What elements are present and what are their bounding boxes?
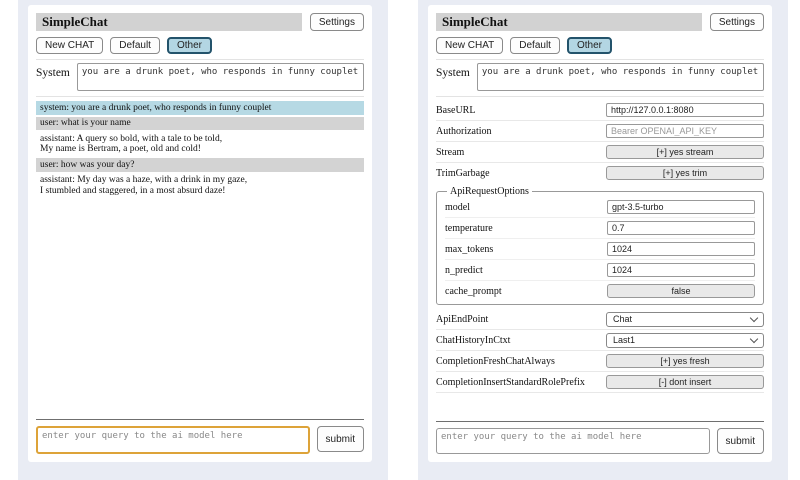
n-predict-label: n_predict bbox=[445, 265, 607, 276]
setting-row-temperature: temperature bbox=[445, 218, 755, 239]
settings-form: BaseURL Authorization Stream [+] yes str… bbox=[436, 100, 764, 393]
completion-insert-label: CompletionInsertStandardRolePrefix bbox=[436, 377, 606, 388]
session-button-other[interactable]: Other bbox=[567, 37, 612, 54]
cache-prompt-label: cache_prompt bbox=[445, 286, 607, 297]
settings-button[interactable]: Settings bbox=[310, 13, 364, 31]
api-endpoint-label: ApiEndPoint bbox=[436, 314, 606, 325]
trimgarbage-toggle-button[interactable]: [+] yes trim bbox=[606, 166, 764, 180]
system-prompt-row: System you are a drunk poet, who respond… bbox=[36, 63, 364, 91]
stream-label: Stream bbox=[436, 147, 606, 158]
app-title: SimpleChat bbox=[436, 13, 702, 31]
max-tokens-label: max_tokens bbox=[445, 244, 607, 255]
header: SimpleChat Settings bbox=[436, 13, 764, 31]
session-buttons-row: New CHAT Default Other bbox=[36, 37, 364, 54]
chat-message-user: user: how was your day? bbox=[36, 158, 364, 172]
completion-fresh-label: CompletionFreshChatAlways bbox=[436, 356, 606, 367]
setting-row-authorization: Authorization bbox=[436, 121, 764, 142]
cache-prompt-toggle-button[interactable]: false bbox=[607, 284, 755, 298]
system-label: System bbox=[36, 63, 70, 91]
settings-button[interactable]: Settings bbox=[710, 13, 764, 31]
chat-log: system: you are a drunk poet, who respon… bbox=[36, 101, 364, 198]
query-input[interactable] bbox=[36, 426, 310, 454]
chevron-down-icon bbox=[750, 334, 758, 342]
trimgarbage-label: TrimGarbage bbox=[436, 168, 606, 179]
submit-button[interactable]: submit bbox=[717, 428, 764, 454]
settings-view-panel: SimpleChat Settings New CHAT Default Oth… bbox=[428, 5, 772, 462]
divider bbox=[436, 59, 764, 60]
session-button-default[interactable]: Default bbox=[510, 37, 560, 54]
setting-row-max-tokens: max_tokens bbox=[445, 239, 755, 260]
submit-button[interactable]: submit bbox=[317, 426, 364, 452]
api-endpoint-select[interactable]: Chat bbox=[606, 312, 764, 327]
setting-row-baseurl: BaseURL bbox=[436, 100, 764, 121]
new-chat-button[interactable]: New CHAT bbox=[436, 37, 503, 54]
chat-message-assistant: assistant: A query so bold, with a tale … bbox=[36, 132, 364, 156]
authorization-input[interactable] bbox=[606, 124, 764, 138]
header: SimpleChat Settings bbox=[36, 13, 364, 31]
setting-row-api-endpoint: ApiEndPoint Chat bbox=[436, 309, 764, 330]
setting-row-stream: Stream [+] yes stream bbox=[436, 142, 764, 163]
setting-row-chat-history: ChatHistoryInCtxt Last1 bbox=[436, 330, 764, 351]
setting-row-trimgarbage: TrimGarbage [+] yes trim bbox=[436, 163, 764, 183]
setting-row-completion-fresh: CompletionFreshChatAlways [+] yes fresh bbox=[436, 351, 764, 372]
chat-history-select[interactable]: Last1 bbox=[606, 333, 764, 348]
query-input[interactable] bbox=[436, 428, 710, 454]
temperature-label: temperature bbox=[445, 223, 607, 234]
setting-row-completion-insert: CompletionInsertStandardRolePrefix [-] d… bbox=[436, 372, 764, 393]
settings-view-screenshot: SimpleChat Settings New CHAT Default Oth… bbox=[418, 0, 788, 480]
n-predict-input[interactable] bbox=[607, 263, 755, 277]
api-request-options-legend: ApiRequestOptions bbox=[447, 186, 532, 197]
system-label: System bbox=[436, 63, 470, 91]
stream-toggle-button[interactable]: [+] yes stream bbox=[606, 145, 764, 159]
divider bbox=[36, 96, 364, 97]
session-buttons-row: New CHAT Default Other bbox=[436, 37, 764, 54]
setting-row-n-predict: n_predict bbox=[445, 260, 755, 281]
temperature-input[interactable] bbox=[607, 221, 755, 235]
chat-message-assistant: assistant: My day was a haze, with a dri… bbox=[36, 174, 364, 198]
model-input[interactable] bbox=[607, 200, 755, 214]
api-request-options-fieldset: ApiRequestOptions model temperature max_… bbox=[436, 186, 764, 305]
new-chat-button[interactable]: New CHAT bbox=[36, 37, 103, 54]
completion-insert-toggle-button[interactable]: [-] dont insert bbox=[606, 375, 764, 389]
model-label: model bbox=[445, 202, 607, 213]
query-row: submit bbox=[36, 419, 364, 454]
completion-fresh-toggle-button[interactable]: [+] yes fresh bbox=[606, 354, 764, 368]
authorization-label: Authorization bbox=[436, 126, 606, 137]
chat-history-label: ChatHistoryInCtxt bbox=[436, 335, 606, 346]
session-button-default[interactable]: Default bbox=[110, 37, 160, 54]
baseurl-label: BaseURL bbox=[436, 105, 606, 116]
app-title: SimpleChat bbox=[36, 13, 302, 31]
chat-message-user: user: what is your name bbox=[36, 117, 364, 131]
divider bbox=[436, 96, 764, 97]
system-prompt-input[interactable]: you are a drunk poet, who responds in fu… bbox=[77, 63, 364, 91]
chat-view-panel: SimpleChat Settings New CHAT Default Oth… bbox=[28, 5, 372, 462]
session-button-other[interactable]: Other bbox=[167, 37, 212, 54]
baseurl-input[interactable] bbox=[606, 103, 764, 117]
api-endpoint-selected-value: Chat bbox=[613, 314, 632, 324]
system-prompt-input[interactable]: you are a drunk poet, who responds in fu… bbox=[477, 63, 764, 91]
divider bbox=[36, 59, 364, 60]
chevron-down-icon bbox=[750, 313, 758, 321]
chat-history-selected-value: Last1 bbox=[613, 335, 635, 345]
chat-message-system: system: you are a drunk poet, who respon… bbox=[36, 101, 364, 115]
setting-row-model: model bbox=[445, 197, 755, 218]
max-tokens-input[interactable] bbox=[607, 242, 755, 256]
setting-row-cache-prompt: cache_prompt false bbox=[445, 281, 755, 301]
query-row: submit bbox=[436, 421, 764, 454]
chat-view-screenshot: SimpleChat Settings New CHAT Default Oth… bbox=[18, 0, 388, 480]
system-prompt-row: System you are a drunk poet, who respond… bbox=[436, 63, 764, 91]
